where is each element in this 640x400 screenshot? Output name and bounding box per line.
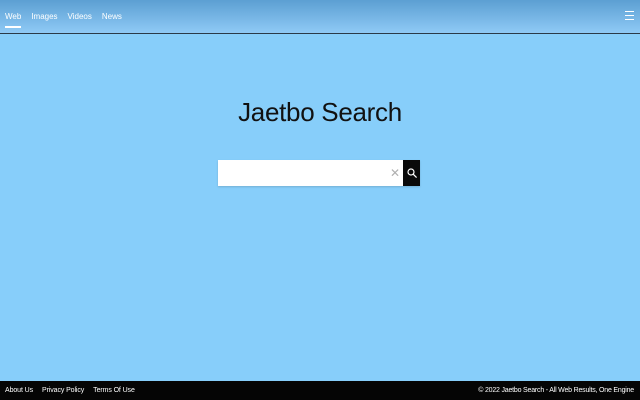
menu-icon-bar bbox=[625, 11, 634, 12]
tab-web[interactable]: Web bbox=[5, 12, 22, 28]
search-icon bbox=[406, 168, 417, 178]
search-box: ✕ bbox=[218, 160, 420, 186]
search-input[interactable] bbox=[218, 160, 403, 186]
top-navigation-bar: Web Images Videos News bbox=[0, 0, 640, 34]
footer-links: About Us Privacy Policy Terms Of Use bbox=[5, 387, 144, 394]
menu-icon-bar bbox=[625, 19, 634, 20]
footer-link-terms-of-use[interactable]: Terms Of Use bbox=[93, 387, 135, 394]
tab-images[interactable]: Images bbox=[31, 12, 57, 21]
hamburger-menu-icon[interactable] bbox=[625, 11, 634, 21]
menu-icon-bar bbox=[625, 15, 634, 16]
tab-videos[interactable]: Videos bbox=[68, 12, 92, 21]
footer-link-privacy-policy[interactable]: Privacy Policy bbox=[42, 387, 84, 394]
copyright-text: © 2022 Jaetbo Search - All Web Results, … bbox=[478, 387, 634, 394]
footer-link-about-us[interactable]: About Us bbox=[5, 387, 33, 394]
footer: About Us Privacy Policy Terms Of Use © 2… bbox=[0, 381, 640, 400]
search-button[interactable] bbox=[403, 160, 420, 186]
tab-news[interactable]: News bbox=[102, 12, 122, 21]
close-icon[interactable]: ✕ bbox=[390, 166, 400, 180]
search-category-tabs: Web Images Videos News bbox=[5, 12, 132, 28]
page-title: Jaetbo Search bbox=[238, 97, 402, 127]
